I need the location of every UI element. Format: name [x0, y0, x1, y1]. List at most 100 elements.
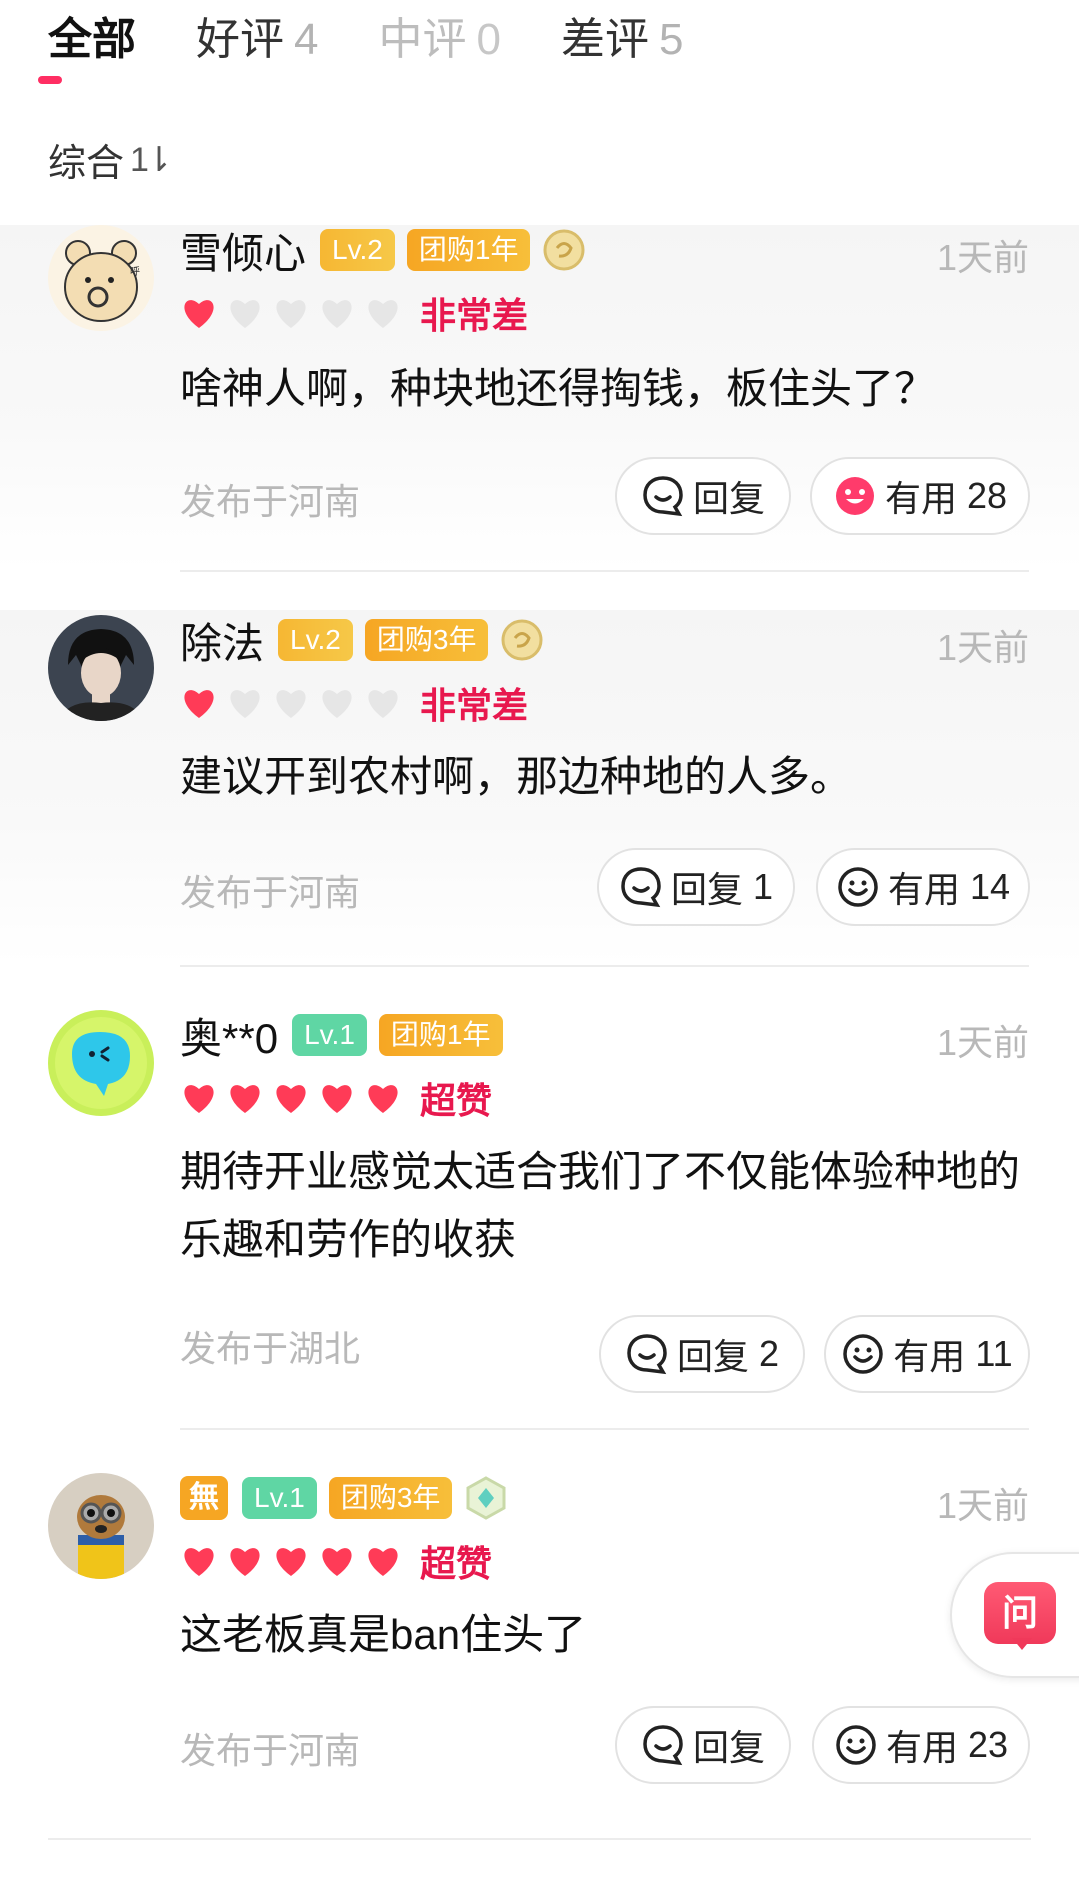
smiley-icon — [843, 1334, 884, 1374]
group-buy-badge: 团购3年 — [328, 1477, 453, 1519]
chat-bubble-icon — [621, 867, 661, 908]
heart-full-icon — [184, 1548, 214, 1576]
reply-count: 2 — [759, 1333, 780, 1374]
tab-good[interactable]: 好评 4 — [196, 10, 318, 70]
review-comment: 建议开到农村啊，那边种地的人多。 — [180, 753, 853, 800]
sort-arrows-icon: 1⇂ — [130, 140, 173, 179]
star-rating: 超赞 — [180, 1541, 492, 1584]
avatar-mascot-image — [48, 1010, 154, 1116]
avatar[interactable]: 呼 — [48, 225, 154, 331]
heart-empty-icon — [368, 300, 398, 328]
review-time: 1天前 — [936, 1022, 1029, 1063]
rating-text: 非常差 — [420, 685, 529, 726]
avatar[interactable] — [48, 615, 154, 721]
reply-button[interactable]: 回复 — [615, 457, 791, 535]
ask-icon: 问 — [984, 1582, 1056, 1644]
tab-neutral[interactable]: 中评 0 — [378, 10, 500, 70]
reply-button[interactable]: 回复 2 — [599, 1315, 805, 1393]
medal-icon — [543, 229, 585, 271]
star-rating: 非常差 — [180, 293, 528, 336]
medal-icon — [501, 619, 543, 661]
heart-empty-icon — [368, 690, 398, 718]
useful-count: 28 — [966, 475, 1008, 516]
review-filter-tabs: 全部 好评 4 中评 0 差评 5 — [48, 10, 743, 100]
tab-neutral-label: 中评 — [378, 15, 467, 64]
tab-all[interactable]: 全部 — [48, 10, 136, 70]
tab-bad-count: 5 — [658, 15, 684, 64]
review-location: 发布于湖北 — [180, 1328, 361, 1369]
smiley-icon — [836, 1725, 876, 1765]
rating-text: 非常差 — [420, 295, 529, 336]
username[interactable]: 雪倾心 — [180, 220, 306, 281]
tab-good-count: 4 — [294, 15, 319, 64]
tab-good-label: 好评 — [196, 15, 284, 64]
tab-bad[interactable]: 差评 5 — [561, 10, 683, 70]
avatar[interactable] — [48, 1010, 154, 1116]
ask-question-button[interactable]: 问 — [950, 1552, 1079, 1678]
group-buy-badge: 团购3年 — [364, 619, 489, 661]
review-header: 奥**0 Lv.1 团购1年 — [180, 1010, 515, 1062]
diamond-medal-icon — [466, 1476, 506, 1520]
useful-button[interactable]: 有用 23 — [812, 1706, 1030, 1784]
review-divider — [180, 965, 1029, 967]
useful-button[interactable]: 有用 14 — [816, 848, 1030, 926]
review-divider — [180, 1428, 1029, 1430]
review-card: 呼 雪倾心 Lv.2 团购1年 1天前 非常差 啥神人啊，种块地还得掏钱，板住头… — [0, 225, 1079, 570]
bottom-divider — [48, 1838, 1031, 1840]
username[interactable]: 無 — [180, 1476, 228, 1520]
review-card: 奥**0 Lv.1 团购1年 1天前 超赞 期待开业感觉太适合我们了不仅能体验种… — [0, 1005, 1079, 1425]
heart-full-icon — [230, 1085, 260, 1113]
review-card: 除法 Lv.2 团购3年 1天前 非常差 建议开到农村啊，那边种地的人多。 发布… — [0, 610, 1079, 965]
group-buy-badge: 团购1年 — [378, 1014, 503, 1056]
reply-label: 回复 — [676, 1336, 749, 1377]
username[interactable]: 除法 — [180, 610, 264, 671]
svg-text:呼: 呼 — [130, 266, 140, 278]
heart-empty-icon — [276, 690, 306, 718]
heart-full-icon — [184, 1085, 214, 1113]
useful-button[interactable]: 有用 11 — [824, 1315, 1030, 1393]
heart-empty-icon — [230, 690, 260, 718]
heart-empty-icon — [276, 300, 306, 328]
chat-bubble-icon — [627, 1334, 667, 1375]
level-badge: Lv.2 — [320, 229, 395, 271]
tab-bad-label: 差评 — [560, 15, 649, 64]
useful-count: 23 — [967, 1724, 1009, 1765]
review-header: 無 Lv.1 团购3年 — [180, 1473, 508, 1523]
useful-label: 有用 — [893, 1336, 966, 1377]
useful-label: 有用 — [887, 869, 960, 910]
reply-label: 回复 — [692, 478, 765, 519]
reply-button[interactable]: 回复 — [615, 1706, 791, 1784]
sort-dropdown[interactable]: 综合 1⇂ — [48, 132, 173, 187]
heart-full-icon — [368, 1085, 398, 1113]
heart-full-icon — [368, 1548, 398, 1576]
heart-full-icon — [230, 1548, 260, 1576]
review-location: 发布于河南 — [180, 1730, 361, 1771]
useful-button[interactable]: 有用 28 — [810, 457, 1030, 535]
avatar[interactable] — [48, 1473, 154, 1579]
reply-label: 回复 — [670, 869, 743, 910]
rating-text: 超赞 — [420, 1543, 493, 1584]
reply-count: 1 — [753, 866, 774, 907]
review-time: 1天前 — [936, 1485, 1029, 1526]
smiley-active-icon — [835, 477, 874, 515]
useful-label: 有用 — [884, 478, 957, 519]
review-header: 雪倾心 Lv.2 团购1年 — [180, 225, 586, 277]
heart-full-icon — [184, 300, 214, 328]
group-buy-badge: 团购1年 — [406, 229, 531, 271]
avatar-bear-image: 呼 — [48, 225, 154, 331]
chat-bubble-icon — [643, 1725, 683, 1766]
heart-full-icon — [184, 690, 214, 718]
review-comment: 这老板真是ban住头了 — [180, 1611, 587, 1658]
level-badge: Lv.2 — [278, 619, 353, 661]
avatar-anime-boy-image — [48, 615, 154, 721]
review-time: 1天前 — [936, 237, 1029, 278]
sort-label: 综合 — [48, 143, 125, 185]
useful-count: 11 — [975, 1333, 1013, 1374]
useful-count: 14 — [969, 866, 1011, 907]
active-tab-indicator — [38, 76, 62, 84]
tab-all-label: 全部 — [48, 15, 136, 64]
reply-button[interactable]: 回复 1 — [597, 848, 795, 926]
review-comment: 啥神人啊，种块地还得掏钱，板住头了？ — [180, 365, 937, 412]
review-header: 除法 Lv.2 团购3年 — [180, 615, 544, 667]
username[interactable]: 奥**0 — [180, 1005, 278, 1066]
